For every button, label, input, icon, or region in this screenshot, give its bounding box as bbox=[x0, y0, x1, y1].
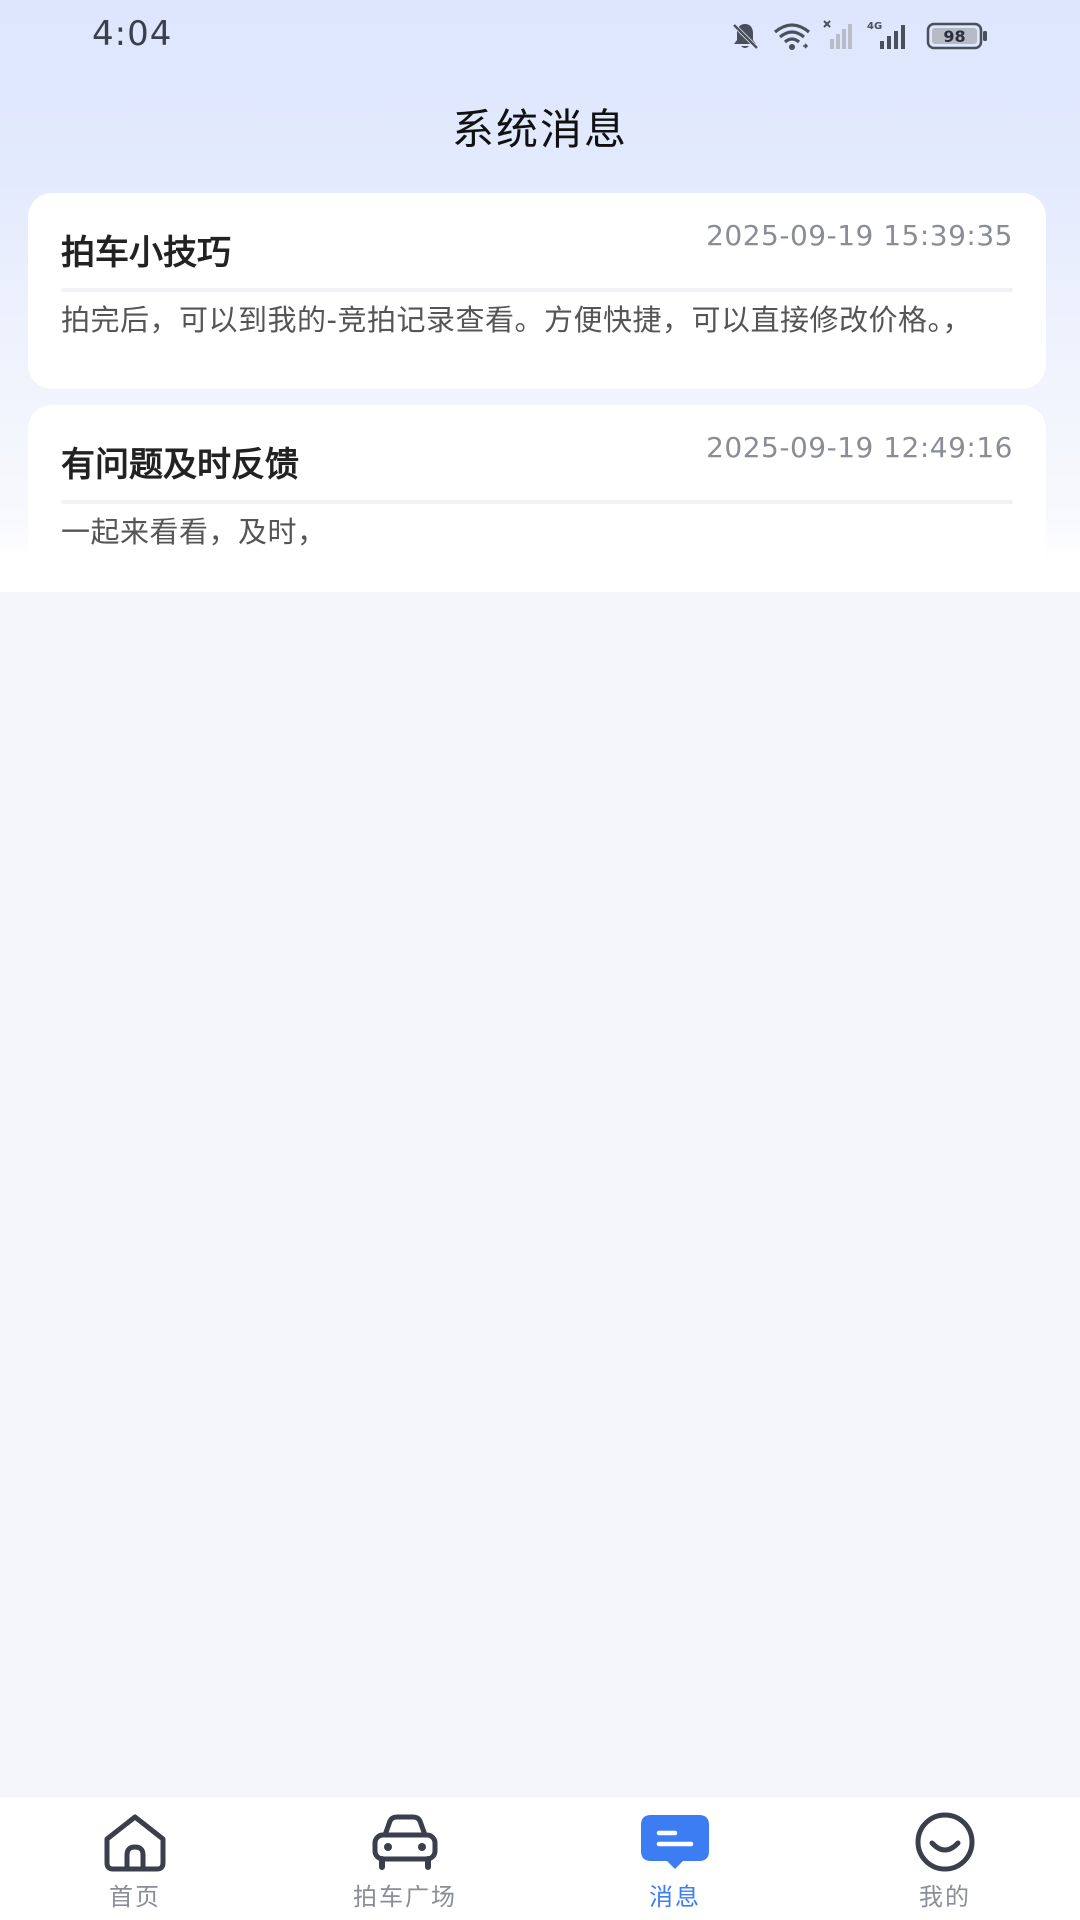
message-divider bbox=[61, 288, 1013, 292]
signal-4g-icon: 4G bbox=[866, 19, 916, 53]
message-time: 2025-09-19 15:39:35 bbox=[706, 219, 1013, 252]
message-list: 拍车小技巧 2025-09-19 15:39:35 拍完后，可以到我的-竞拍记录… bbox=[28, 193, 1046, 587]
tab-label: 拍车广场 bbox=[353, 1883, 457, 1911]
status-icons: 4G 98 bbox=[728, 16, 988, 56]
signal-disabled-icon bbox=[822, 19, 856, 53]
tab-home[interactable]: 首页 bbox=[0, 1797, 270, 1920]
message-divider bbox=[61, 500, 1013, 504]
svg-text:4G: 4G bbox=[867, 21, 882, 32]
message-header: 拍车小技巧 2025-09-19 15:39:35 bbox=[61, 219, 1013, 274]
tab-label: 消息 bbox=[649, 1883, 701, 1911]
message-title: 拍车小技巧 bbox=[61, 233, 231, 273]
page-title: 系统消息 bbox=[451, 105, 628, 154]
tab-label: 首页 bbox=[109, 1883, 161, 1911]
bell-off-icon bbox=[728, 19, 762, 53]
tab-label: 我的 bbox=[919, 1883, 971, 1911]
message-header: 有问题及时反馈 2025-09-19 12:49:16 bbox=[61, 431, 1013, 486]
svg-text:98: 98 bbox=[943, 27, 965, 46]
message-title: 有问题及时反馈 bbox=[61, 445, 299, 485]
message-body: 一起来看看，及时， bbox=[61, 515, 327, 549]
wifi-icon bbox=[772, 19, 812, 53]
smile-icon bbox=[907, 1811, 983, 1873]
battery-icon: 98 bbox=[926, 21, 988, 51]
tab-messages[interactable]: 消息 bbox=[540, 1797, 810, 1920]
tab-car-square[interactable]: 拍车广场 bbox=[270, 1797, 540, 1920]
message-body: 拍完后，可以到我的-竞拍记录查看。方便快捷，可以直接修改价格。， bbox=[61, 303, 972, 337]
tab-mine[interactable]: 我的 bbox=[810, 1797, 1080, 1920]
status-time: 4:04 bbox=[92, 14, 173, 54]
status-bar: 4:04 4G 98 bbox=[0, 0, 1080, 72]
car-icon bbox=[367, 1811, 443, 1873]
message-time: 2025-09-19 12:49:16 bbox=[706, 431, 1013, 464]
tab-bar: 首页 拍车广场 消息 我的 bbox=[0, 1796, 1080, 1920]
home-icon bbox=[97, 1811, 173, 1873]
screen: 4:04 4G 98 系统消息 拍车小技巧 2025-09-19 15:39:3… bbox=[0, 0, 1080, 1920]
message-card[interactable]: 有问题及时反馈 2025-09-19 12:49:16 一起来看看，及时， bbox=[28, 405, 1046, 571]
message-icon bbox=[637, 1811, 713, 1873]
message-card[interactable]: 拍车小技巧 2025-09-19 15:39:35 拍完后，可以到我的-竞拍记录… bbox=[28, 193, 1046, 389]
